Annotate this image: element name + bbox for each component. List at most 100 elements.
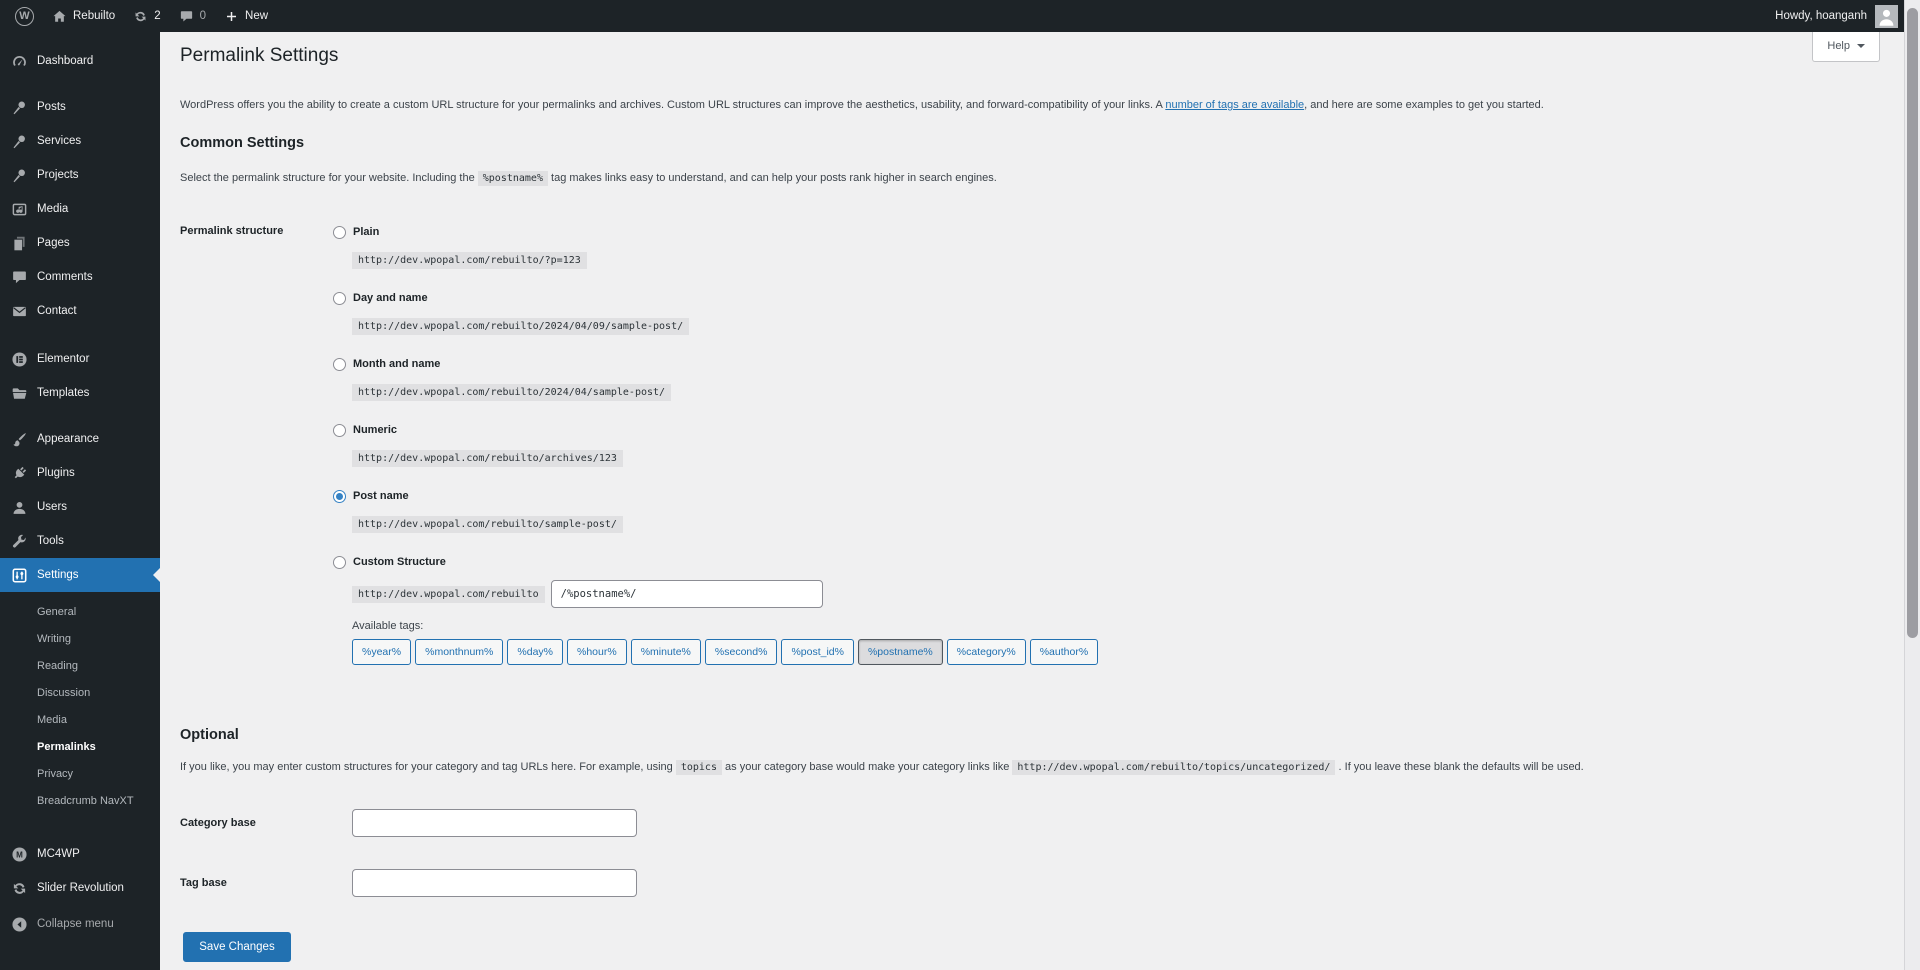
site-name-link[interactable]: Rebuilto <box>43 0 124 32</box>
admin-menu: Dashboard Posts Services Projects Media … <box>0 32 160 970</box>
sidebar-label: MC4WP <box>37 848 80 860</box>
tag-button-monthnum[interactable]: %monthnum% <box>415 639 503 665</box>
folder-icon <box>11 385 28 402</box>
updates-link[interactable]: 2 <box>124 0 169 32</box>
submenu-item-general[interactable]: General <box>0 599 160 626</box>
number-of-tags-link[interactable]: number of tags are available <box>1165 99 1304 111</box>
month-name-radio-row[interactable]: Month and name <box>333 354 1884 374</box>
numeric-radio[interactable] <box>333 424 346 437</box>
howdy-label: Howdy, hoanganh <box>1775 10 1867 22</box>
sidebar-item-slider-revolution[interactable]: Slider Revolution <box>0 871 160 905</box>
category-base-row: Category base <box>180 809 1884 837</box>
new-content-menu[interactable]: New <box>215 0 277 32</box>
site-name-label: Rebuilto <box>73 10 115 22</box>
mc4wp-icon: M <box>11 846 28 863</box>
sidebar-item-plugins[interactable]: Plugins <box>0 456 160 490</box>
sidebar-item-services[interactable]: Services <box>0 124 160 158</box>
submenu-item-discussion[interactable]: Discussion <box>0 680 160 707</box>
pushpin-icon <box>11 133 28 150</box>
permalink-structure-label: Permalink structure <box>180 222 333 685</box>
tag-button-year[interactable]: %year% <box>352 639 411 665</box>
post-name-radio-row[interactable]: Post name <box>333 486 1884 506</box>
comments-link[interactable]: 0 <box>170 0 215 32</box>
pages-icon <box>11 235 28 252</box>
sidebar-item-elementor[interactable]: Elementor <box>0 342 160 376</box>
sidebar-label: Plugins <box>37 467 75 479</box>
page-title: Permalink Settings <box>180 42 1884 70</box>
custom-structure-radio[interactable] <box>333 556 346 569</box>
plus-icon <box>224 9 239 24</box>
sidebar-item-mc4wp[interactable]: M MC4WP <box>0 837 160 871</box>
sidebar-label: Slider Revolution <box>37 882 124 894</box>
svg-text:M: M <box>16 850 23 859</box>
sidebar-label: Pages <box>37 237 70 249</box>
submenu-item-media[interactable]: Media <box>0 707 160 734</box>
sidebar-item-comments[interactable]: Comments <box>0 260 160 294</box>
common-settings-description: Select the permalink structure for your … <box>180 171 1884 186</box>
plain-radio-row[interactable]: Plain <box>333 222 1884 242</box>
help-label: Help <box>1827 40 1850 52</box>
sidebar-item-contact[interactable]: Contact <box>0 294 160 328</box>
sidebar-item-appearance[interactable]: Appearance <box>0 422 160 456</box>
tag-base-row: Tag base <box>180 869 1884 897</box>
sidebar-item-users[interactable]: Users <box>0 490 160 524</box>
submenu-item-reading[interactable]: Reading <box>0 653 160 680</box>
custom-structure-input[interactable] <box>551 580 823 608</box>
intro-text-after: , and here are some examples to get you … <box>1304 99 1544 111</box>
wordpress-logo-menu[interactable]: W <box>6 0 43 32</box>
numeric-label: Numeric <box>353 424 397 436</box>
sidebar-item-dashboard[interactable]: Dashboard <box>0 44 160 78</box>
sidebar-label: Settings <box>37 569 79 581</box>
submenu-item-permalinks[interactable]: Permalinks <box>0 734 160 761</box>
tag-button-post-id[interactable]: %post_id% <box>781 639 854 665</box>
sidebar-item-projects[interactable]: Projects <box>0 158 160 192</box>
post-name-radio[interactable] <box>333 490 346 503</box>
post-name-example-url: http://dev.wpopal.com/rebuilto/sample-po… <box>352 516 623 533</box>
plain-label: Plain <box>353 226 379 238</box>
sidebar-item-posts[interactable]: Posts <box>0 90 160 124</box>
sidebar-label: Tools <box>37 535 64 547</box>
custom-structure-radio-row[interactable]: Custom Structure <box>333 552 1884 572</box>
plain-radio[interactable] <box>333 226 346 239</box>
submenu-item-writing[interactable]: Writing <box>0 626 160 653</box>
avatar <box>1875 5 1898 28</box>
day-name-radio[interactable] <box>333 292 346 305</box>
sidebar-item-pages[interactable]: Pages <box>0 226 160 260</box>
day-name-radio-row[interactable]: Day and name <box>333 288 1884 308</box>
day-name-label: Day and name <box>353 292 428 304</box>
sidebar-label: Elementor <box>37 353 89 365</box>
envelope-icon <box>11 303 28 320</box>
custom-url-prefix: http://dev.wpopal.com/rebuilto <box>352 586 545 603</box>
category-base-input[interactable] <box>352 809 637 837</box>
page-scrollbar-thumb[interactable] <box>1907 8 1918 638</box>
tag-button-hour[interactable]: %hour% <box>567 639 627 665</box>
tag-button-postname[interactable]: %postname% <box>858 639 943 665</box>
submenu-item-privacy[interactable]: Privacy <box>0 761 160 788</box>
help-button[interactable]: Help <box>1812 32 1880 62</box>
tag-button-category[interactable]: %category% <box>947 639 1026 665</box>
save-changes-button[interactable]: Save Changes <box>183 932 291 962</box>
sidebar-label: Media <box>37 203 68 215</box>
sidebar-item-templates[interactable]: Templates <box>0 376 160 410</box>
tag-base-input[interactable] <box>352 869 637 897</box>
my-account-menu[interactable]: Howdy, hoanganh <box>1775 0 1898 32</box>
sidebar-item-tools[interactable]: Tools <box>0 524 160 558</box>
month-name-radio[interactable] <box>333 358 346 371</box>
collapse-menu-button[interactable]: Collapse menu <box>0 907 160 941</box>
sidebar-item-media[interactable]: Media <box>0 192 160 226</box>
submenu-item-breadcrumb-navxt[interactable]: Breadcrumb NavXT <box>0 788 160 815</box>
numeric-radio-row[interactable]: Numeric <box>333 420 1884 440</box>
admin-bar: W Rebuilto 2 0 New Howdy, hoa <box>0 0 1920 32</box>
available-tags-label: Available tags: <box>352 620 1884 632</box>
topics-code-chip: topics <box>676 760 722 775</box>
collapse-arrow-icon <box>11 916 28 933</box>
tag-button-author[interactable]: %author% <box>1030 639 1098 665</box>
postname-code-chip: %postname% <box>478 171 548 186</box>
tag-button-second[interactable]: %second% <box>705 639 778 665</box>
tag-button-day[interactable]: %day% <box>507 639 563 665</box>
sidebar-item-settings[interactable]: Settings <box>0 558 160 592</box>
available-tags-row: %year% %monthnum% %day% %hour% %minute% … <box>352 639 1884 665</box>
tag-button-minute[interactable]: %minute% <box>631 639 701 665</box>
plug-icon <box>11 465 28 482</box>
page-scrollbar-track <box>1904 0 1920 970</box>
